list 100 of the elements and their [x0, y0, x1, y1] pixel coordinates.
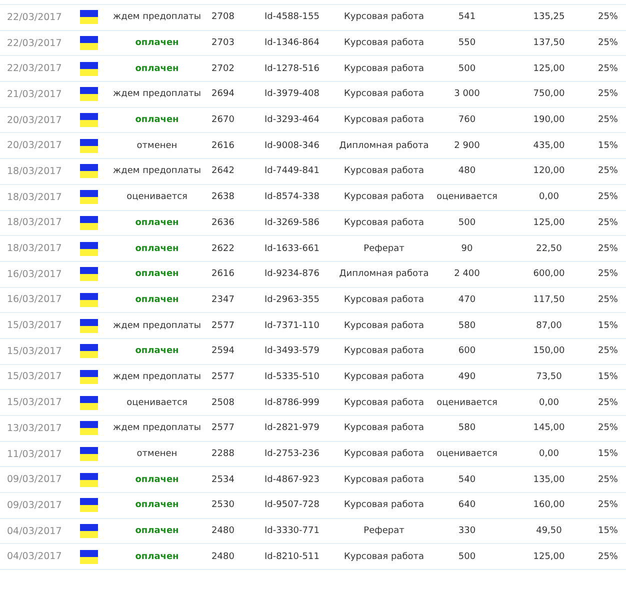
table-cell: 500 — [458, 218, 476, 228]
table-cell: 580 — [458, 423, 476, 434]
table-cell-text: 22/03/2017 — [6, 63, 62, 74]
table-cell: Id-1346-864 — [264, 38, 320, 48]
status-text: оплачен — [135, 38, 179, 48]
table-cell-text: 25% — [598, 552, 619, 562]
table-cell-text: 13/03/2017 — [6, 422, 62, 434]
table-cell: 2702 — [212, 64, 234, 74]
table-cell: 600,00 — [533, 269, 565, 280]
table-cell: Курсовая работа — [344, 372, 424, 382]
table-cell: Курсовая работа — [344, 38, 424, 48]
table-cell: Реферат — [364, 526, 404, 536]
status-text: оплачен — [135, 346, 179, 356]
table-cell-text: 25% — [598, 398, 619, 408]
table-cell-text: 04/03/2017 — [6, 526, 62, 537]
table-cell: 137,50 — [533, 38, 565, 48]
table-cell-text: 25% — [598, 192, 619, 202]
table-cell-text: 25% — [598, 115, 619, 126]
table-cell: 500 — [458, 552, 476, 562]
table-cell-text: 25% — [598, 244, 619, 254]
flag-icon — [80, 190, 98, 204]
table-cell-text: 11/03/2017 — [6, 448, 62, 460]
table-cell: 580 — [458, 320, 476, 331]
table-cell: Id-8574-338 — [264, 192, 320, 202]
table-cell: оценивается — [436, 398, 498, 408]
table-cell: Id-2821-979 — [264, 423, 320, 434]
status-text: отменен — [136, 140, 178, 151]
table-cell: 160,00 — [533, 500, 565, 510]
table-cell: 2530 — [212, 500, 234, 510]
table-cell-text: 20/03/2017 — [6, 114, 62, 126]
table-cell: Курсовая работа — [344, 218, 424, 228]
table-cell: 540 — [458, 474, 476, 485]
flag-icon — [80, 10, 98, 24]
table-cell-text: 25% — [598, 500, 619, 510]
table-cell: Дипломная работа — [339, 140, 429, 151]
table-cell: Id-7449-841 — [264, 166, 320, 176]
table-cell: Курсовая работа — [344, 89, 424, 100]
table-cell: 500 — [458, 64, 476, 74]
table-cell: 435,00 — [533, 140, 565, 151]
table-cell: 750,00 — [533, 89, 565, 100]
table-cell: 2347 — [212, 294, 234, 305]
table-cell-text: 15/03/2017 — [6, 320, 62, 332]
table-cell: 87,00 — [536, 320, 562, 331]
table-cell: 330 — [458, 526, 476, 536]
table-cell: Id-8786-999 — [264, 398, 320, 408]
table-cell: Курсовая работа — [344, 320, 424, 331]
table-cell-text: 22/03/2017 — [6, 38, 62, 49]
table-cell: Id-4588-155 — [264, 12, 320, 22]
table-cell: Id-1633-661 — [264, 244, 320, 254]
table-cell-text: 16/03/2017 — [6, 294, 62, 306]
table-cell: 640 — [458, 500, 476, 510]
table-cell: 117,50 — [533, 294, 565, 305]
table-cell: 2288 — [212, 449, 234, 460]
table-cell: Id-7371-110 — [264, 320, 320, 331]
table-cell: Курсовая работа — [344, 500, 424, 510]
table-cell: 135,00 — [533, 474, 565, 485]
table-cell-text: 15/03/2017 — [6, 346, 62, 357]
table-cell: 145,00 — [533, 423, 565, 434]
table-cell-text: 25% — [598, 89, 619, 100]
table-cell: 150,00 — [533, 346, 565, 356]
table-cell: 760 — [458, 115, 476, 126]
status-text: отменен — [136, 449, 178, 460]
flag-icon — [80, 318, 98, 333]
table-cell: 490 — [458, 372, 476, 382]
table-cell: Id-8210-511 — [264, 552, 320, 562]
table-cell: Id-5335-510 — [264, 372, 320, 382]
table-cell-text: 22/03/2017 — [6, 12, 62, 23]
table-cell: 600 — [458, 346, 476, 356]
table-cell: 2670 — [212, 115, 234, 126]
table-cell: 470 — [458, 294, 476, 305]
table-cell: Id-3293-464 — [264, 115, 320, 126]
table-cell: Курсовая работа — [344, 474, 424, 485]
flag-icon — [80, 113, 98, 128]
table-cell: Курсовая работа — [344, 552, 424, 562]
table-cell-text: 15% — [598, 449, 619, 460]
flag-icon — [80, 344, 98, 358]
table-cell-text: 15/03/2017 — [6, 371, 62, 382]
table-cell-text: 25% — [598, 474, 619, 485]
status-text: ждем предоплаты — [113, 12, 201, 22]
table-cell: 120,00 — [533, 166, 565, 176]
table-cell: Курсовая работа — [344, 192, 424, 202]
table-cell-text: 20/03/2017 — [6, 140, 62, 152]
table-cell: 2480 — [212, 552, 234, 562]
table-cell: 73,50 — [536, 372, 562, 382]
table-cell: 0,00 — [538, 449, 560, 460]
status-text: оплачен — [135, 244, 179, 254]
table-cell-text: 25% — [598, 12, 619, 22]
flag-icon — [80, 447, 98, 462]
status-text: оплачен — [135, 526, 179, 536]
status-text: оплачен — [135, 64, 179, 74]
table-cell-text: 15% — [598, 526, 619, 536]
table-cell: оценивается — [436, 192, 498, 202]
status-text: оплачен — [135, 269, 179, 280]
table-cell: 2616 — [212, 269, 234, 280]
flag-icon — [80, 36, 98, 50]
table-cell: оценивается — [436, 449, 498, 460]
status-text: ждем предоплаты — [113, 89, 201, 100]
table-cell-text: 09/03/2017 — [6, 474, 62, 486]
table-cell: Id-9008-346 — [264, 140, 320, 151]
table-cell-text: 25% — [598, 38, 619, 48]
